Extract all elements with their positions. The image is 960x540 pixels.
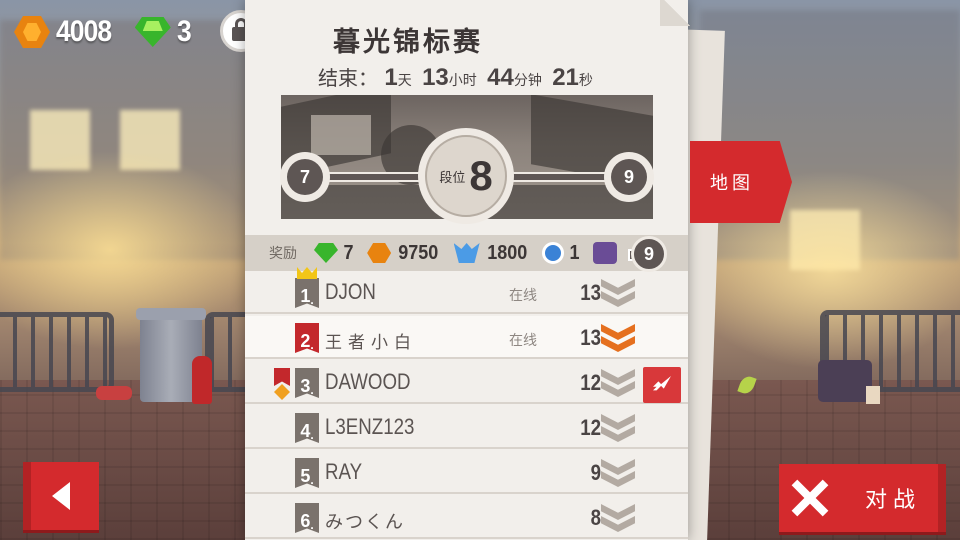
- timer-days: 1: [384, 64, 398, 91]
- timer-minutes: 44: [487, 64, 514, 91]
- current-rank-inner: 段位 8: [425, 135, 507, 217]
- token-icon: [542, 242, 565, 264]
- rewards-bar: 奖励 7 9750 1800 1: [245, 235, 688, 271]
- player-score: 13: [580, 280, 601, 305]
- current-rank-label: 段位: [439, 170, 466, 186]
- rank-chevron-icon: [601, 369, 635, 399]
- current-rank-badge: 段位 8: [418, 128, 514, 224]
- next-rank-value: 9: [611, 159, 647, 195]
- shard-icon: [453, 243, 480, 263]
- player-score: 8: [590, 505, 601, 530]
- position-value: 5: [300, 466, 311, 486]
- position-value: 1: [300, 286, 311, 306]
- page-corner-fold: [660, 0, 694, 26]
- suitcase: [818, 360, 872, 402]
- player-name: みつくん: [325, 512, 405, 533]
- rank-chevron-icon: [601, 414, 635, 444]
- position-value: 3: [300, 376, 311, 396]
- map-tab-button[interactable]: 地图: [690, 141, 792, 223]
- online-status: 在线: [509, 288, 537, 304]
- player-name: L3ENZ123: [325, 414, 415, 439]
- current-rank-value: 8: [469, 152, 493, 199]
- player-name: DJON: [325, 279, 376, 304]
- player-score: 13: [580, 325, 601, 350]
- reward-tokens: 1: [569, 241, 580, 264]
- timer-ends-label: 结束：: [318, 66, 378, 90]
- coin-count: 4008: [56, 15, 112, 48]
- gem-icon: [314, 243, 338, 263]
- rewards-label: 奖励: [269, 246, 297, 262]
- rocket-icon: [653, 376, 671, 391]
- reward-gems: 7: [343, 241, 354, 264]
- banner-sign: [311, 115, 371, 155]
- timer-seconds: 21: [552, 64, 579, 91]
- map-tab-label: 地图: [710, 173, 754, 194]
- crate-icon: [593, 242, 618, 264]
- leaderboard-row[interactable]: 5. RAY 9: [245, 451, 688, 494]
- online-status: 在线: [509, 333, 537, 349]
- reward-next-rank: 9: [631, 236, 667, 272]
- fire-extinguisher: [192, 356, 212, 404]
- reward-shards: 1800: [486, 241, 527, 264]
- currency-bar: 4008 3: [14, 10, 192, 54]
- battle-button-label: 对战: [865, 488, 922, 513]
- player-name: 王者小白: [325, 333, 417, 353]
- player-score: 12: [580, 415, 601, 440]
- rank-chevron-icon: [601, 504, 635, 534]
- previous-rank-value: 7: [287, 159, 323, 195]
- previous-rank-badge: 7: [280, 152, 330, 202]
- position-value: 2: [300, 331, 311, 351]
- gem-icon: [135, 17, 171, 47]
- leaderboard-row[interactable]: 3. DAWOOD 12: [245, 361, 688, 404]
- timer-hours-unit: 小时: [448, 73, 477, 89]
- position-badge: 2.: [295, 323, 319, 353]
- leaderboard-row-self[interactable]: 2. 王者小白 在线 13: [245, 316, 688, 359]
- coin-icon: [367, 243, 392, 263]
- position-badge: 3.: [295, 368, 319, 398]
- player-score: 12: [580, 370, 601, 395]
- back-button[interactable]: [23, 462, 99, 530]
- player-name: RAY: [325, 459, 363, 484]
- coin-icon: [14, 16, 50, 48]
- attack-player-button[interactable]: [643, 367, 681, 403]
- timer-days-unit: 天: [397, 73, 412, 89]
- position-badge: 1.: [295, 278, 319, 308]
- rank-chevron-icon: [601, 279, 635, 309]
- paper-cup: [866, 386, 880, 404]
- battle-button[interactable]: 对战: [779, 464, 946, 532]
- rank-chevron-icon: [601, 459, 635, 489]
- position-badge: 4.: [295, 413, 319, 443]
- rank-chevron-icon: [601, 324, 635, 354]
- player-score: 9: [590, 460, 601, 485]
- position-badge: 5.: [295, 458, 319, 488]
- timer-seconds-unit: 秒: [578, 73, 593, 89]
- next-rank-badge: 9: [604, 152, 654, 202]
- reward-coins: 9750: [398, 241, 439, 264]
- back-arrow-icon: [52, 482, 70, 510]
- player-name: DAWOOD: [325, 369, 411, 394]
- timer-hours: 13: [422, 64, 449, 91]
- crossed-swords-icon: [789, 478, 831, 518]
- medal-icon: [272, 368, 292, 402]
- tournament-title: 暮光锦标赛: [333, 27, 483, 58]
- position-badge: 6.: [295, 503, 319, 533]
- position-value: 4: [300, 421, 311, 441]
- fence-left: [0, 312, 114, 392]
- gem-count: 3: [176, 15, 192, 48]
- position-value: 6: [300, 511, 311, 531]
- leaderboard-row[interactable]: 4. L3ENZ123 12: [245, 406, 688, 449]
- leaderboard-row[interactable]: 6. みつくん 8: [245, 496, 688, 539]
- countdown-timer: 结束： 1天 13小时 44分钟 21秒: [318, 62, 597, 92]
- soda-can: [96, 386, 132, 400]
- timer-minutes-unit: 分钟: [513, 73, 542, 89]
